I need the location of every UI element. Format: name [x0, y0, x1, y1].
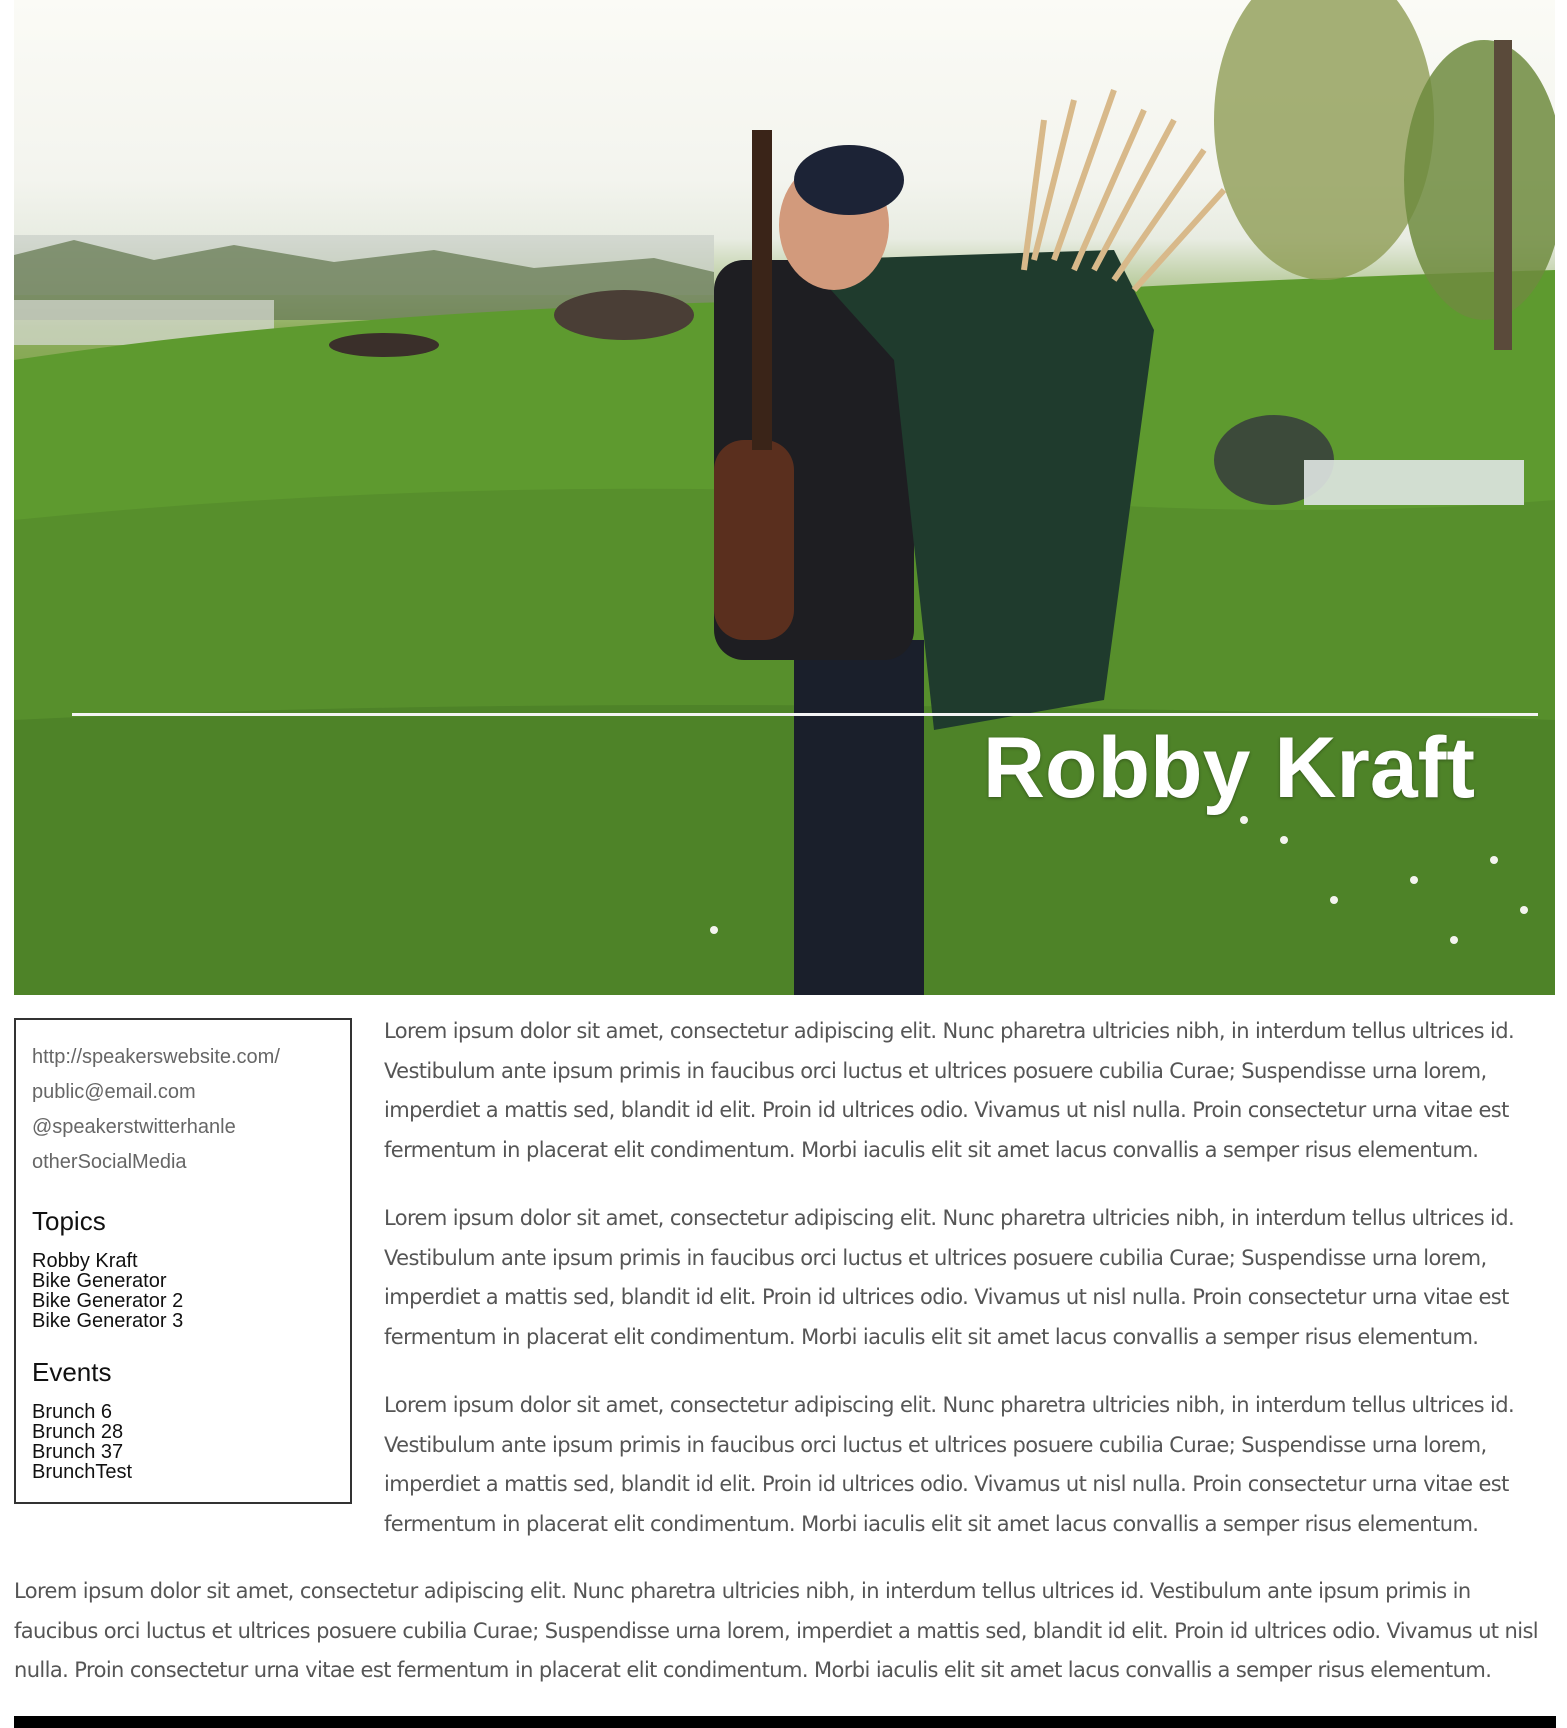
event-link[interactable]: BrunchTest [32, 1462, 334, 1482]
topic-link[interactable]: Bike Generator [32, 1271, 334, 1291]
hero-banner: Robby Kraft [14, 0, 1555, 995]
email-link[interactable]: public@email.com [32, 1075, 334, 1110]
twitter-link[interactable]: @speakerstwitterhanle [32, 1110, 334, 1145]
bio-paragraph: Lorem ipsum dolor sit amet, consectetur … [384, 1019, 1515, 1162]
website-link[interactable]: http://speakerswebsite.com/ [32, 1040, 334, 1075]
topics-heading: Topics [32, 1206, 106, 1236]
footer-bar [14, 1716, 1556, 1728]
topic-link[interactable]: Bike Generator 2 [32, 1291, 334, 1311]
events-heading: Events [32, 1357, 112, 1387]
event-link[interactable]: Brunch 6 [32, 1402, 334, 1422]
hero-divider [72, 713, 1538, 716]
hero-photo [14, 0, 1555, 995]
event-link[interactable]: Brunch 37 [32, 1442, 334, 1462]
bio-paragraph-wide: Lorem ipsum dolor sit amet, consectetur … [14, 1579, 1539, 1682]
other-social-link[interactable]: otherSocialMedia [32, 1145, 334, 1180]
bio-paragraph: Lorem ipsum dolor sit amet, consectetur … [384, 1206, 1515, 1349]
topic-link[interactable]: Robby Kraft [32, 1251, 334, 1271]
speaker-name: Robby Kraft [982, 720, 1475, 816]
bio-paragraph: Lorem ipsum dolor sit amet, consectetur … [384, 1393, 1515, 1536]
speaker-sidebar: http://speakerswebsite.com/ public@email… [14, 1018, 352, 1504]
topics-list: Robby Kraft Bike Generator Bike Generato… [32, 1251, 334, 1331]
bio-main: Lorem ipsum dolor sit amet, consectetur … [384, 1012, 1556, 1573]
bio-wide: Lorem ipsum dolor sit amet, consectetur … [14, 1572, 1556, 1720]
event-link[interactable]: Brunch 28 [32, 1422, 334, 1442]
topic-link[interactable]: Bike Generator 3 [32, 1311, 334, 1331]
events-list: Brunch 6 Brunch 28 Brunch 37 BrunchTest [32, 1402, 334, 1482]
contact-links: http://speakerswebsite.com/ public@email… [32, 1040, 334, 1180]
